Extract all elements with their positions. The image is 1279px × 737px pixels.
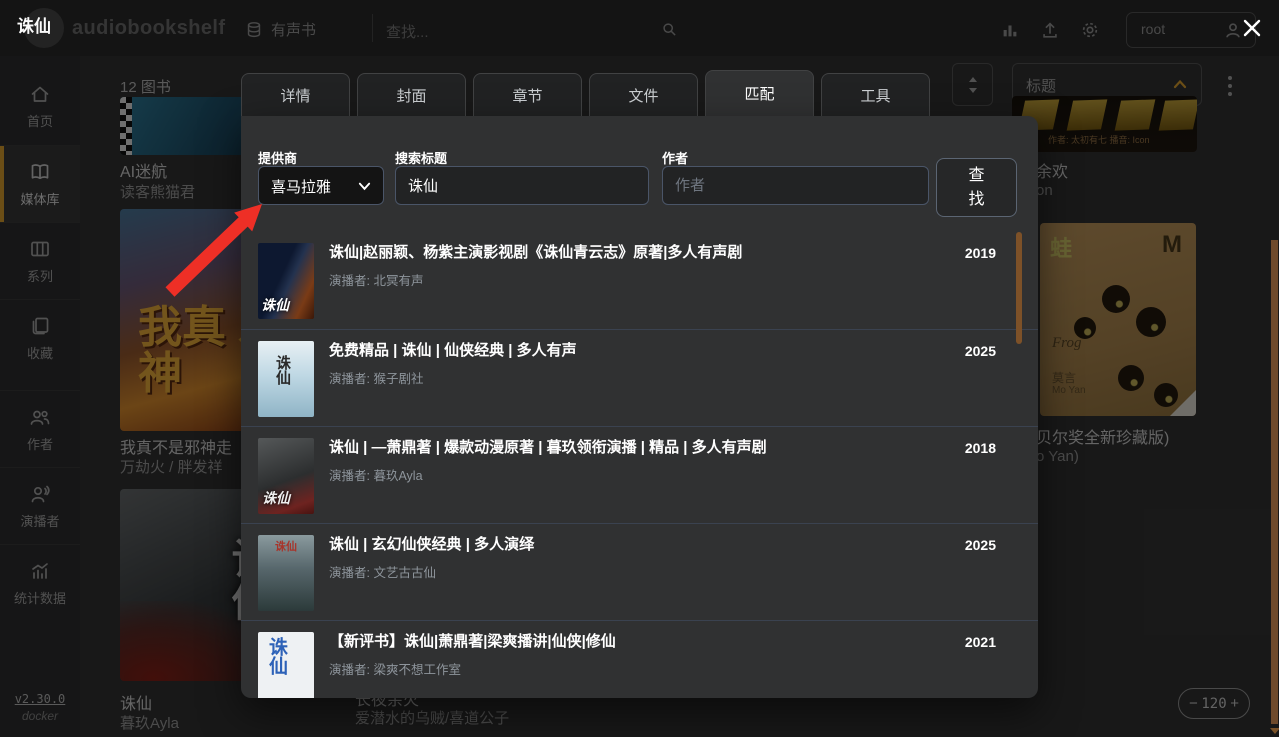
result-title: 诛仙 | 玄幻仙侠经典 | 多人演绎 xyxy=(329,535,965,555)
result-narrator: 演播者: 猴子剧社 xyxy=(329,368,965,387)
result-title: 诛仙|赵丽颖、杨紫主演影视剧《诛仙青云志》原著|多人有声剧 xyxy=(329,243,965,263)
result-cover: 诛仙 xyxy=(258,632,314,698)
chevron-down-icon xyxy=(357,179,372,193)
results-scrollbar-thumb[interactable] xyxy=(1016,232,1022,344)
search-title-input[interactable] xyxy=(395,166,649,205)
match-result-row[interactable]: 诛仙 【新评书】诛仙|萧鼎著|梁爽播讲|仙侠|修仙 演播者: 梁爽不想工作室 2… xyxy=(241,620,1038,698)
search-submit-button[interactable]: 查 找 xyxy=(936,158,1017,217)
author-label: 作者 xyxy=(662,148,688,167)
result-narrator: 演播者: 暮玖Ayla xyxy=(329,465,965,484)
result-year: 2025 xyxy=(965,535,996,620)
author-input[interactable] xyxy=(662,166,929,205)
modal-tabs: 详情 封面 章节 文件 匹配 工具 xyxy=(241,73,930,116)
result-cover: 诛仙 xyxy=(258,438,314,514)
result-year: 2018 xyxy=(965,438,996,523)
match-results-list: 诛仙 诛仙|赵丽颖、杨紫主演影视剧《诛仙青云志》原著|多人有声剧 演播者: 北冥… xyxy=(241,232,1038,698)
match-result-row[interactable]: 诛仙 诛仙|赵丽颖、杨紫主演影视剧《诛仙青云志》原著|多人有声剧 演播者: 北冥… xyxy=(241,232,1038,329)
result-narrator: 演播者: 北冥有声 xyxy=(329,270,965,289)
close-icon xyxy=(1241,17,1263,39)
provider-label: 提供商 xyxy=(258,148,297,167)
search-title-label: 搜索标题 xyxy=(395,148,447,167)
modal-tab[interactable]: 章节 xyxy=(473,73,582,116)
close-button[interactable] xyxy=(1238,14,1266,42)
edit-book-modal: 诛仙 详情 封面 章节 文件 匹配 工具 提供商 搜 xyxy=(0,0,1279,737)
result-year: 2025 xyxy=(965,341,996,426)
result-narrator: 演播者: 文艺古古仙 xyxy=(329,562,965,581)
result-year: 2019 xyxy=(965,243,996,329)
result-title: 【新评书】诛仙|萧鼎著|梁爽播讲|仙侠|修仙 xyxy=(329,632,965,652)
result-year: 2021 xyxy=(965,632,996,698)
modal-tab[interactable]: 详情 xyxy=(241,73,350,116)
app-window: audiobookshelf 有声书 查找... root xyxy=(0,0,1279,737)
result-cover: 诛仙 xyxy=(258,535,314,611)
result-cover: 诛仙 xyxy=(258,243,314,319)
result-cover: 诛仙 xyxy=(258,341,314,417)
result-narrator: 演播者: 梁爽不想工作室 xyxy=(329,659,965,678)
modal-title: 诛仙 xyxy=(17,12,51,37)
provider-select-value: 喜马拉雅 xyxy=(271,176,331,197)
match-result-row[interactable]: 诛仙 免费精品 | 诛仙 | 仙侠经典 | 多人有声 演播者: 猴子剧社 202… xyxy=(241,329,1038,426)
modal-tab[interactable]: 封面 xyxy=(357,73,466,116)
modal-tab[interactable]: 匹配 xyxy=(705,70,814,116)
match-result-row[interactable]: 诛仙 诛仙 | —萧鼎著 | 爆款动漫原著 | 暮玖领衔演播 | 精品 | 多人… xyxy=(241,426,1038,523)
modal-tab[interactable]: 文件 xyxy=(589,73,698,116)
modal-tab[interactable]: 工具 xyxy=(821,73,930,116)
provider-select[interactable]: 喜马拉雅 xyxy=(258,166,384,205)
match-result-row[interactable]: 诛仙 诛仙 | 玄幻仙侠经典 | 多人演绎 演播者: 文艺古古仙 2025 xyxy=(241,523,1038,620)
result-title: 诛仙 | —萧鼎著 | 爆款动漫原著 | 暮玖领衔演播 | 精品 | 多人有声剧 xyxy=(329,438,965,458)
match-tab-panel: 提供商 搜索标题 作者 喜马拉雅 查 找 诛仙 xyxy=(241,116,1038,698)
result-title: 免费精品 | 诛仙 | 仙侠经典 | 多人有声 xyxy=(329,341,965,361)
